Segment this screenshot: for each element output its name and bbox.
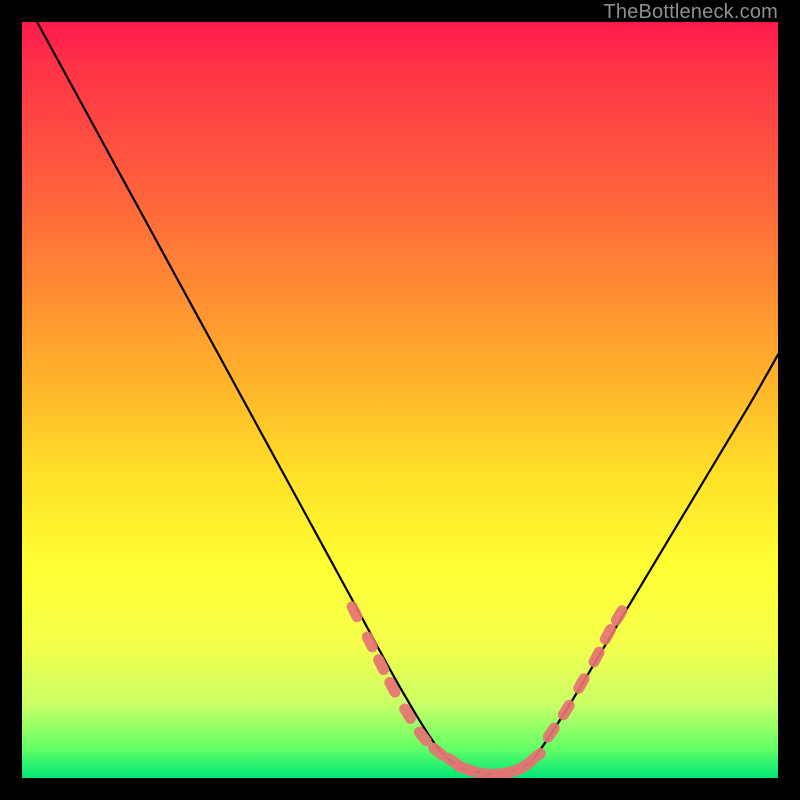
highlight-markers xyxy=(345,599,630,778)
marker-lozenge xyxy=(609,603,630,628)
chart-frame: TheBottleneck.com xyxy=(0,0,800,800)
plot-area xyxy=(22,22,778,778)
marker-lozenge xyxy=(360,630,380,655)
chart-svg xyxy=(22,22,778,778)
bottleneck-curve xyxy=(37,22,778,774)
watermark-text: TheBottleneck.com xyxy=(603,1,778,24)
marker-lozenge xyxy=(345,599,365,624)
marker-lozenge xyxy=(598,622,618,647)
marker-lozenge xyxy=(556,698,577,723)
